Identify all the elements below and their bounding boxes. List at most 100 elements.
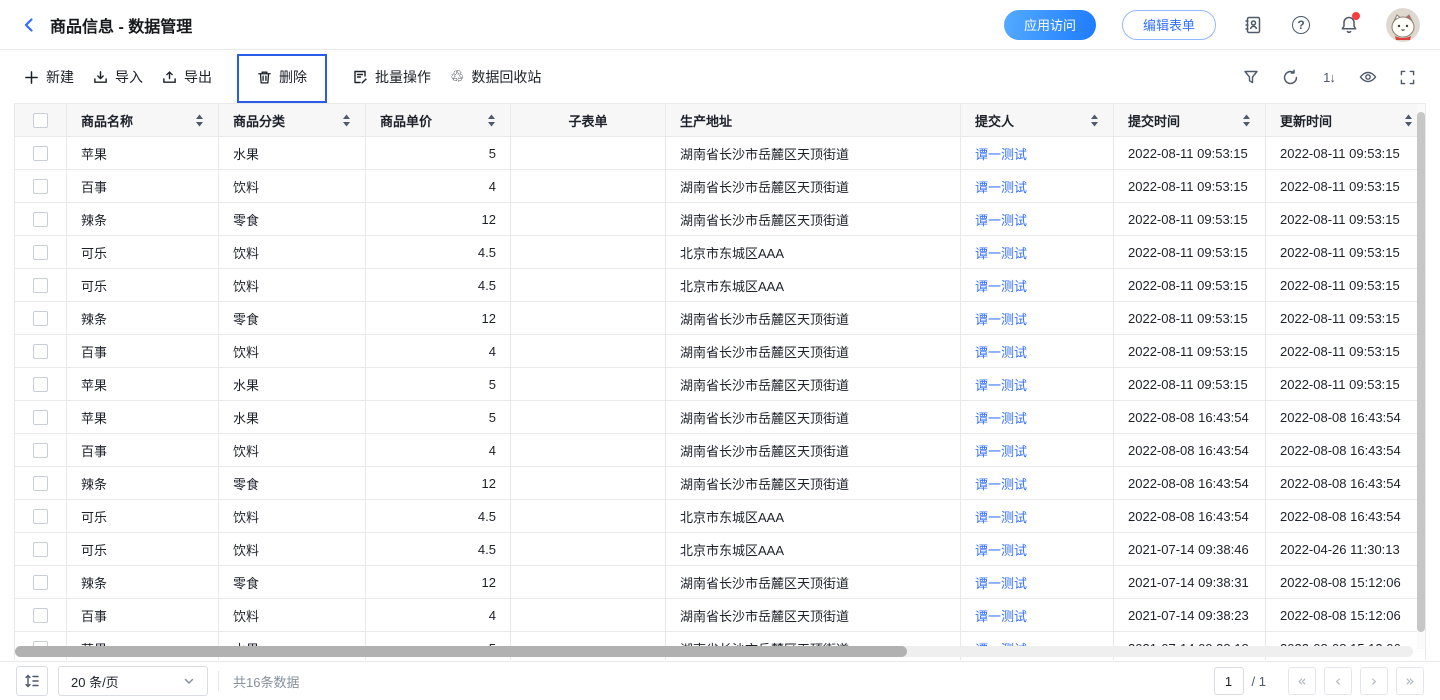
column-header-submitter[interactable]: 提交人 [961, 104, 1114, 137]
table-cell: 5 [366, 401, 511, 434]
bell-icon[interactable] [1338, 14, 1360, 36]
avatar[interactable] [1386, 8, 1420, 42]
submitter-link[interactable]: 谭一测试 [961, 467, 1114, 500]
submitter-link[interactable]: 谭一测试 [961, 500, 1114, 533]
batch-operations-button[interactable]: 批量操作 [352, 67, 431, 87]
row-checkbox[interactable] [33, 146, 48, 161]
column-header-unit-price[interactable]: 商品单价 [366, 104, 511, 137]
app-access-button[interactable]: 应用访问 [1004, 10, 1096, 40]
back-button[interactable] [20, 16, 38, 34]
recycle-bin-button[interactable]: ♲ 数据回收站 [450, 67, 541, 87]
table-row: 百事饮料4湖南省长沙市岳麓区天顶街道谭一测试2022-08-08 16:43:5… [15, 434, 1425, 467]
row-checkbox[interactable] [33, 245, 48, 260]
row-checkbox[interactable] [33, 377, 48, 392]
horizontal-scrollbar[interactable] [15, 646, 907, 657]
prev-page-button[interactable]: ‹ [1324, 667, 1352, 695]
table-cell: 湖南省长沙市岳麓区天顶街道 [666, 368, 961, 401]
row-checkbox[interactable] [33, 542, 48, 557]
vertical-scrollbar[interactable] [1417, 112, 1425, 632]
row-checkbox[interactable] [33, 476, 48, 491]
table-cell: 4 [366, 335, 511, 368]
submitter-link[interactable]: 谭一测试 [961, 599, 1114, 632]
submitter-link[interactable]: 谭一测试 [961, 302, 1114, 335]
row-checkbox[interactable] [33, 212, 48, 227]
help-icon[interactable]: ? [1290, 14, 1312, 36]
submitter-link[interactable]: 谭一测试 [961, 401, 1114, 434]
refresh-icon[interactable] [1281, 68, 1299, 86]
row-checkbox[interactable] [33, 443, 48, 458]
column-header-update-time[interactable]: 更新时间 [1266, 104, 1426, 137]
submitter-link[interactable]: 谭一测试 [961, 335, 1114, 368]
sort-caret-icon [1404, 114, 1413, 127]
submitter-link[interactable]: 谭一测试 [961, 368, 1114, 401]
filter-icon[interactable] [1242, 68, 1260, 86]
table-cell [511, 401, 666, 434]
row-density-button[interactable] [16, 666, 48, 696]
table-cell: 2022-08-08 16:43:54 [1114, 500, 1266, 533]
table-row: 辣条零食12湖南省长沙市岳麓区天顶街道谭一测试2021-07-14 09:38:… [15, 566, 1425, 599]
last-page-button[interactable]: » [1396, 667, 1424, 695]
table-cell: 苹果 [67, 137, 219, 170]
submitter-link[interactable]: 谭一测试 [961, 533, 1114, 566]
submitter-link[interactable]: 谭一测试 [961, 236, 1114, 269]
next-page-button[interactable]: › [1360, 667, 1388, 695]
divider [218, 671, 219, 691]
table-cell [511, 533, 666, 566]
select-all-checkbox[interactable] [33, 113, 48, 128]
submitter-link[interactable]: 谭一测试 [961, 434, 1114, 467]
edit-form-button[interactable]: 编辑表单 [1122, 10, 1216, 40]
submitter-link[interactable]: 谭一测试 [961, 566, 1114, 599]
row-checkbox[interactable] [33, 509, 48, 524]
delete-button[interactable]: 删除 [257, 67, 307, 87]
contacts-icon[interactable] [1242, 14, 1264, 36]
total-count: 共16条数据 [233, 672, 299, 691]
import-label: 导入 [115, 67, 143, 87]
row-checkbox[interactable] [33, 575, 48, 590]
first-page-button[interactable]: « [1288, 667, 1316, 695]
submitter-link[interactable]: 谭一测试 [961, 170, 1114, 203]
table-cell: 百事 [67, 170, 219, 203]
table-cell: 北京市东城区AAA [666, 269, 961, 302]
table-cell: 零食 [219, 566, 366, 599]
table-cell [511, 302, 666, 335]
sort-caret-icon [342, 114, 351, 127]
recycle-icon: ♲ [450, 69, 464, 85]
table-cell: 2022-08-11 09:53:15 [1266, 236, 1426, 269]
table-row: 百事饮料4湖南省长沙市岳麓区天顶街道谭一测试2021-07-14 09:38:2… [15, 599, 1425, 632]
export-icon [162, 70, 177, 85]
export-button[interactable]: 导出 [162, 67, 212, 87]
recycle-bin-label: 数据回收站 [471, 67, 541, 87]
row-checkbox-cell [15, 467, 67, 500]
submitter-link[interactable]: 谭一测试 [961, 269, 1114, 302]
fullscreen-icon[interactable] [1398, 68, 1416, 86]
row-checkbox[interactable] [33, 344, 48, 359]
table-cell [511, 269, 666, 302]
eye-icon[interactable] [1359, 68, 1377, 86]
table-cell: 北京市东城区AAA [666, 236, 961, 269]
table-cell: 饮料 [219, 269, 366, 302]
page-input[interactable]: 1 [1214, 667, 1244, 695]
table-cell: 北京市东城区AAA [666, 533, 961, 566]
row-checkbox[interactable] [33, 410, 48, 425]
submitter-link[interactable]: 谭一测试 [961, 137, 1114, 170]
import-button[interactable]: 导入 [93, 67, 143, 87]
column-header-submit-time[interactable]: 提交时间 [1114, 104, 1266, 137]
page-size-select[interactable]: 20 条/页 [58, 666, 208, 696]
new-button[interactable]: 新建 [24, 67, 74, 87]
page-size-value: 20 条/页 [71, 672, 119, 691]
row-checkbox[interactable] [33, 179, 48, 194]
row-checkbox[interactable] [33, 608, 48, 623]
submitter-link[interactable]: 谭一测试 [961, 203, 1114, 236]
table-cell: 饮料 [219, 500, 366, 533]
table-cell: 可乐 [67, 500, 219, 533]
table-cell: 12 [366, 302, 511, 335]
column-header-category[interactable]: 商品分类 [219, 104, 366, 137]
column-header-product-name[interactable]: 商品名称 [67, 104, 219, 137]
table-cell: 零食 [219, 302, 366, 335]
table-cell: 2022-08-11 09:53:15 [1114, 368, 1266, 401]
row-checkbox[interactable] [33, 278, 48, 293]
sort-icon[interactable]: 1↓ [1320, 68, 1338, 86]
table-cell: 2022-08-08 16:43:54 [1266, 467, 1426, 500]
table-cell: 湖南省长沙市岳麓区天顶街道 [666, 137, 961, 170]
row-checkbox[interactable] [33, 311, 48, 326]
